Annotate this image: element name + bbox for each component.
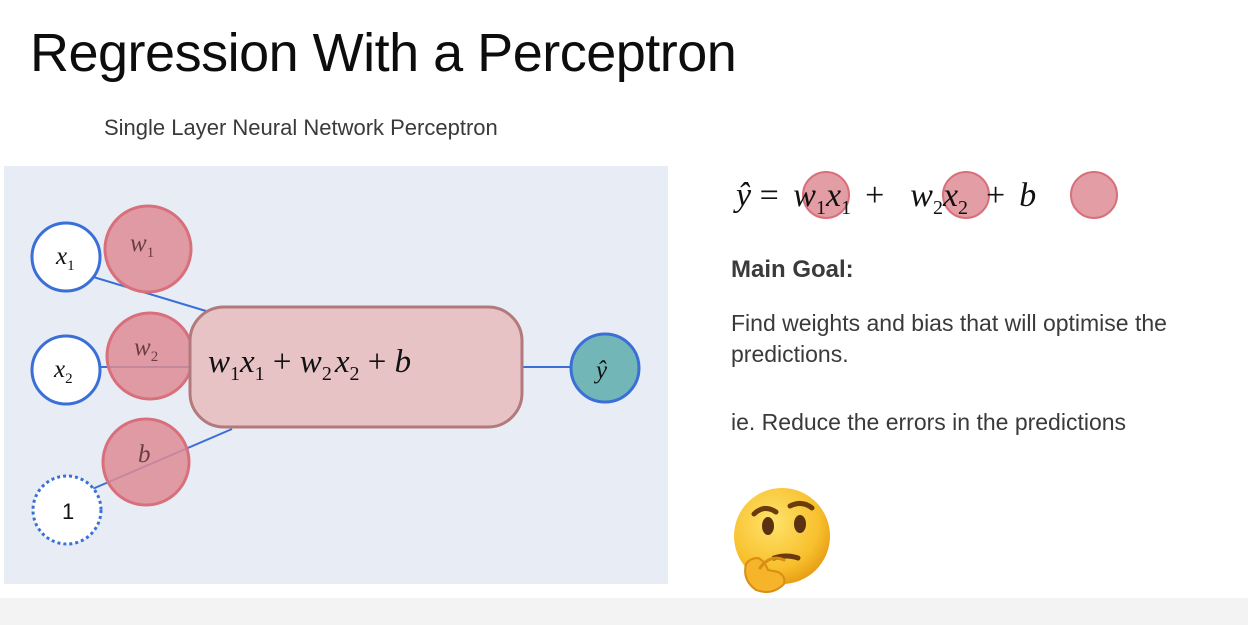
goal-heading: Main Goal: bbox=[731, 256, 854, 283]
output-label: ŷ bbox=[593, 357, 608, 384]
input-x2-node bbox=[30, 334, 102, 406]
eq-b-highlight bbox=[1070, 171, 1118, 219]
goal-text: Find weights and bias that will optimise… bbox=[731, 310, 1167, 367]
goal-subtext: ie. Reduce the errors in the predictions bbox=[731, 409, 1127, 435]
thinking-face-icon bbox=[734, 488, 830, 593]
equation-main: ŷ = w1x1 + w2x2 + b bbox=[733, 177, 1036, 219]
input-bias-label: 1 bbox=[62, 499, 74, 524]
weight-b-label: b bbox=[138, 441, 151, 468]
sum-w1: w bbox=[208, 344, 230, 380]
